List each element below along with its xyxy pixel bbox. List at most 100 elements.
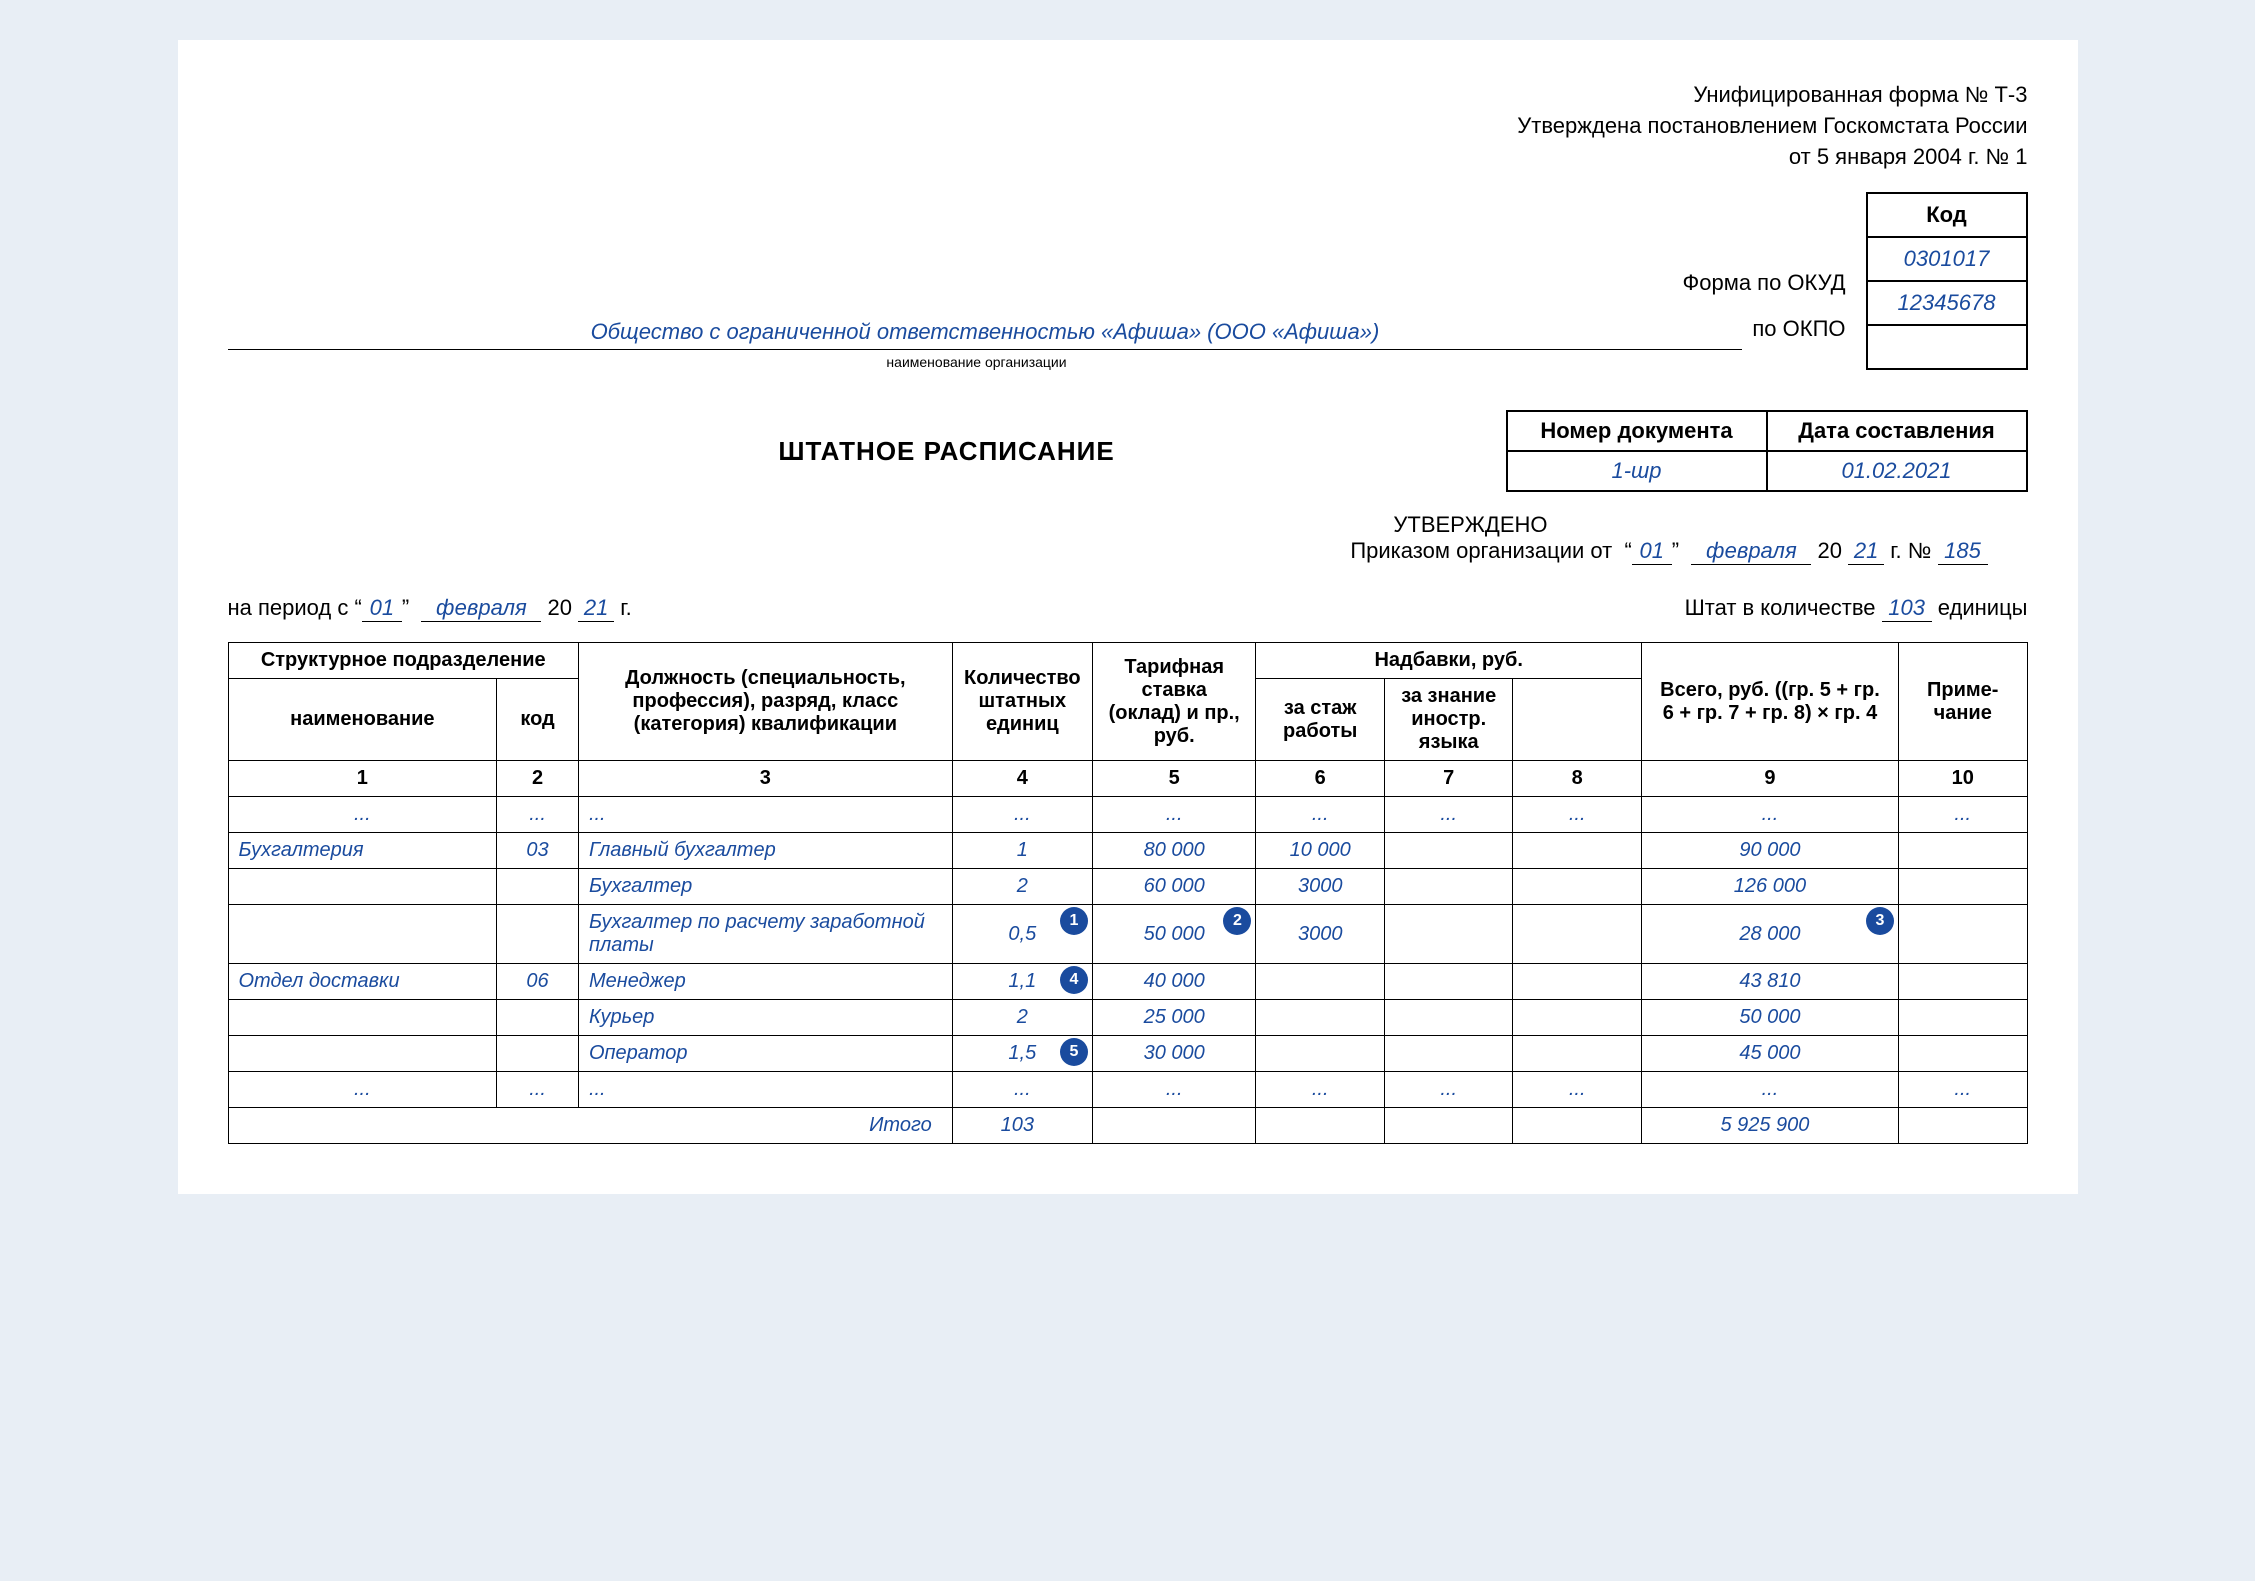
cell-dept: Отдел доставки <box>228 964 497 1000</box>
cell-rate: 30 000 <box>1092 1036 1256 1072</box>
cell-a1: 3000 <box>1256 905 1385 964</box>
cell-qty: 2 <box>952 869 1092 905</box>
totals-cell <box>1092 1108 1256 1144</box>
period-year-prefix: 20 <box>548 595 572 620</box>
okud-label: Форма по ОКУД <box>1683 270 1846 304</box>
ellipsis-cell: ... <box>1092 797 1256 833</box>
col-blank <box>1513 679 1642 761</box>
ellipsis-cell: ... <box>1384 1072 1513 1108</box>
cell-dept <box>228 905 497 964</box>
table-row: Курьер225 00050 000 <box>228 1000 2027 1036</box>
col-total: Всего, руб. ((гр. 5 + гр. 6 + гр. 7 + гр… <box>1641 643 1898 761</box>
cell-a1 <box>1256 1000 1385 1036</box>
totals-cell: 5 925 900 <box>1641 1108 1898 1144</box>
ellipsis-cell: ... <box>1641 1072 1898 1108</box>
totals-row: Итого103 5 925 900 <box>228 1108 2027 1144</box>
cell-a3 <box>1513 833 1642 869</box>
cell-code <box>497 1000 579 1036</box>
approval-prefix: Приказом организации от <box>1350 538 1612 563</box>
cell-total: 126 000 <box>1641 869 1898 905</box>
colnum-6: 6 <box>1256 761 1385 797</box>
org-name: Общество с ограниченной ответственностью… <box>228 319 1743 350</box>
colnum-5: 5 <box>1092 761 1256 797</box>
kod-header: Код <box>1867 193 2027 237</box>
ellipsis-cell: ... <box>1092 1072 1256 1108</box>
colnum-1: 1 <box>228 761 497 797</box>
cell-total: 45 000 <box>1641 1036 1898 1072</box>
cell-a1: 10 000 <box>1256 833 1385 869</box>
cell-a1 <box>1256 1036 1385 1072</box>
colnum-10: 10 <box>1898 761 2027 797</box>
cell-qty: 1,14 <box>952 964 1092 1000</box>
col-qty: Количе­ство штат­ных единиц <box>952 643 1092 761</box>
ellipsis-row: .............................. <box>228 797 2027 833</box>
main-table: Структурное подразделение Должность (спе… <box>228 642 2028 1144</box>
totals-cell: 103 <box>952 1108 1092 1144</box>
annotation-badge: 4 <box>1060 966 1088 994</box>
cell-code: 03 <box>497 833 579 869</box>
col-code: код <box>497 679 579 761</box>
doc-date-value: 01.02.2021 <box>1767 451 2027 491</box>
table-row: Оператор1,5530 00045 000 <box>228 1036 2027 1072</box>
ellipsis-cell: ... <box>1513 1072 1642 1108</box>
table-row: Отдел доставки06Менеджер1,1440 00043 810 <box>228 964 2027 1000</box>
annotation-badge: 5 <box>1060 1038 1088 1066</box>
cell-a3 <box>1513 1036 1642 1072</box>
staff-count-prefix: Штат в количестве <box>1685 595 1876 620</box>
col-name: наименование <box>228 679 497 761</box>
cell-note <box>1898 869 2027 905</box>
approval-month: февраля <box>1691 538 1811 565</box>
approval-line: Приказом организации от “01” февраля 20 … <box>228 538 1988 565</box>
annotation-badge: 3 <box>1866 907 1894 935</box>
ellipsis-cell: ... <box>952 797 1092 833</box>
cell-note <box>1898 905 2027 964</box>
cell-a1: 3000 <box>1256 869 1385 905</box>
approval-block: УТВЕРЖДЕНО Приказом организации от “01” … <box>228 512 2028 565</box>
ellipsis-cell: ... <box>1898 797 2027 833</box>
cell-dept: Бухгалтерия <box>228 833 497 869</box>
col-position: Должность (специальность, профессия), ра… <box>578 643 952 761</box>
table-row: Бухгалтер260 0003000126 000 <box>228 869 2027 905</box>
cell-pos: Бухгалтер по расчету заработной платы <box>578 905 952 964</box>
totals-cell <box>1256 1108 1385 1144</box>
staff-count-value: 103 <box>1882 595 1932 622</box>
ellipsis-cell: ... <box>497 797 579 833</box>
cell-a2 <box>1384 1000 1513 1036</box>
cell-a1 <box>1256 964 1385 1000</box>
ellipsis-cell: ... <box>578 1072 952 1108</box>
col-language: за знание иностр. языка <box>1384 679 1513 761</box>
document-page: Унифицированная форма № Т-3 Утверждена п… <box>178 40 2078 1194</box>
header-line-1: Унифицированная форма № Т-3 <box>228 80 2028 111</box>
cell-total: 43 810 <box>1641 964 1898 1000</box>
cell-a2 <box>1384 964 1513 1000</box>
cell-code <box>497 1036 579 1072</box>
colnum-2: 2 <box>497 761 579 797</box>
empty-code-cell <box>1867 325 2027 369</box>
cell-code <box>497 869 579 905</box>
okpo-value: 12345678 <box>1867 281 2027 325</box>
colnum-3: 3 <box>578 761 952 797</box>
cell-a2 <box>1384 869 1513 905</box>
totals-label: Итого <box>228 1108 952 1144</box>
okpo-label: по ОКПО <box>1752 316 1845 350</box>
cell-note <box>1898 833 2027 869</box>
cell-total: 90 000 <box>1641 833 1898 869</box>
colnum-9: 9 <box>1641 761 1898 797</box>
cell-a3 <box>1513 869 1642 905</box>
colnum-8: 8 <box>1513 761 1642 797</box>
cell-total: 28 0003 <box>1641 905 1898 964</box>
table-row: Бухгалтерия03Главный бухгалтер180 00010 … <box>228 833 2027 869</box>
cell-pos: Оператор <box>578 1036 952 1072</box>
cell-a2 <box>1384 1036 1513 1072</box>
staff-count: Штат в количестве 103 единицы <box>1685 595 2028 622</box>
cell-pos: Менеджер <box>578 964 952 1000</box>
cell-qty: 0,51 <box>952 905 1092 964</box>
cell-pos: Главный бухгалтер <box>578 833 952 869</box>
approval-day: 01 <box>1632 538 1672 565</box>
cell-note <box>1898 964 2027 1000</box>
col-struct: Структурное подразделение <box>228 643 578 679</box>
approved-label: УТВЕРЖДЕНО <box>228 512 1988 538</box>
cell-a2 <box>1384 905 1513 964</box>
org-sub: наименование организации <box>228 354 1846 370</box>
cell-dept <box>228 1036 497 1072</box>
